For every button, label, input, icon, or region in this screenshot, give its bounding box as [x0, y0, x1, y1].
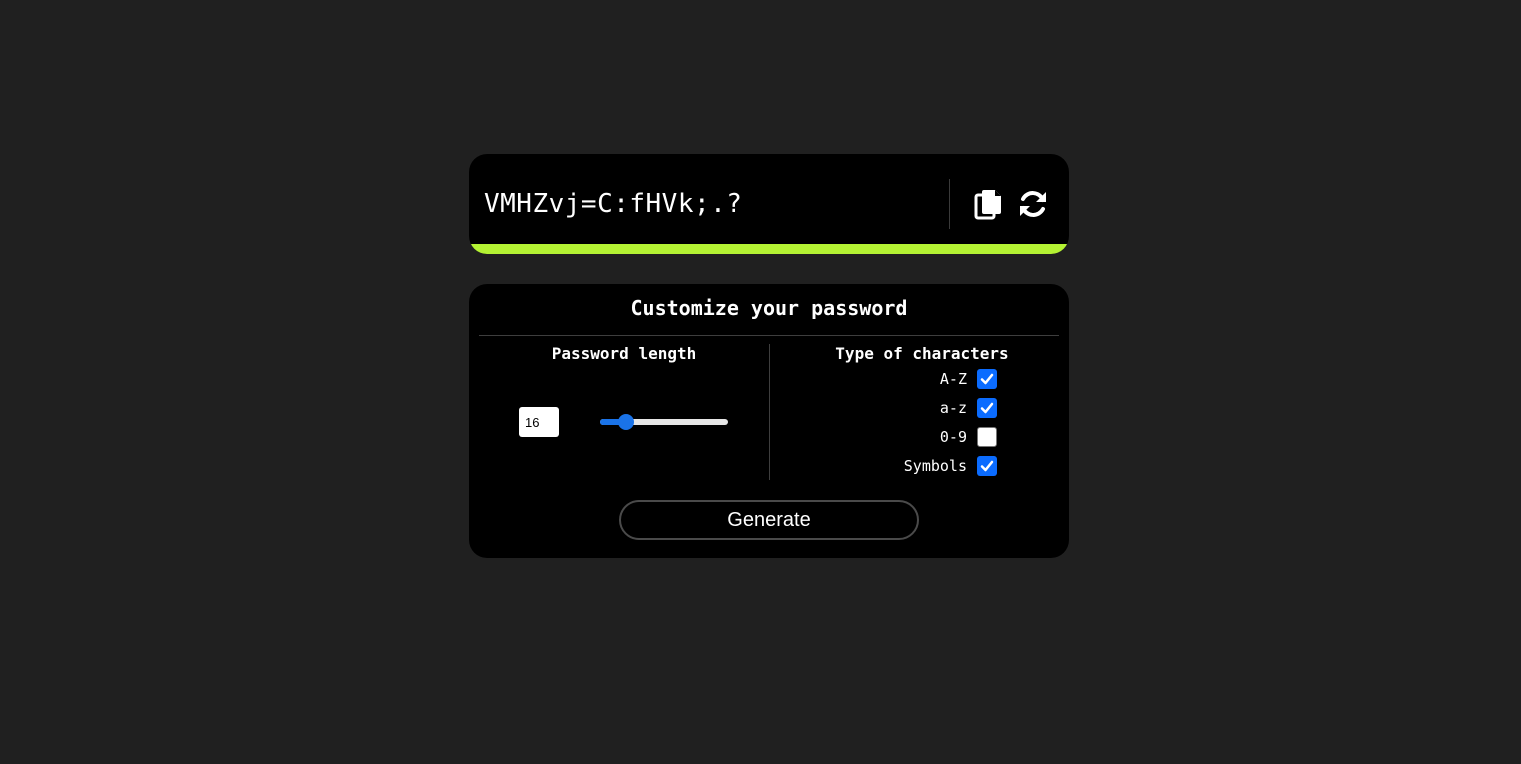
settings-card: Customize your password Password length … [469, 284, 1069, 558]
option-numbers: 0-9 [940, 426, 997, 448]
length-slider[interactable] [600, 414, 728, 430]
generated-password[interactable]: VMHZvj=C:fHVk;.? [484, 184, 742, 224]
settings-title: Customize your password [630, 296, 908, 320]
copy-button[interactable] [971, 186, 1007, 222]
symbols-checkbox[interactable] [977, 456, 997, 476]
generate-button[interactable]: Generate [619, 500, 919, 540]
length-label: Password length [551, 344, 697, 363]
length-input[interactable] [519, 407, 559, 437]
option-label: Symbols [903, 457, 967, 475]
slider-thumb[interactable] [617, 414, 634, 430]
strength-bar [469, 244, 1069, 254]
option-uppercase: A-Z [940, 368, 997, 390]
option-label: 0-9 [939, 428, 967, 446]
password-output-card: VMHZvj=C:fHVk;.? [469, 154, 1069, 254]
option-label: A-Z [939, 370, 967, 388]
uppercase-checkbox[interactable] [977, 369, 997, 389]
column-divider [769, 344, 770, 480]
lowercase-checkbox[interactable] [977, 398, 997, 418]
option-label: a-z [939, 399, 967, 417]
refresh-icon [1020, 191, 1046, 217]
refresh-button[interactable] [1015, 186, 1051, 222]
char-types-label: Type of characters [835, 344, 1009, 363]
output-divider [949, 179, 950, 229]
settings-divider [479, 335, 1059, 336]
option-symbols: Symbols [904, 455, 997, 477]
copy-icon [974, 190, 1001, 220]
option-lowercase: a-z [940, 397, 997, 419]
numbers-checkbox[interactable] [977, 427, 997, 447]
